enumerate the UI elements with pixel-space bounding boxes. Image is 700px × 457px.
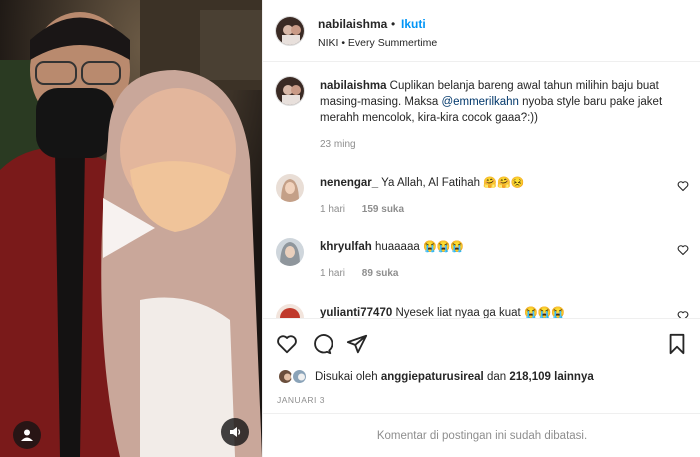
comments-list[interactable]: nabilaishma Cuplikan belanja bareng awal… [263, 62, 700, 318]
comment-item: yulianti77470 Nyesek liat nyaa ga kuat 😭… [263, 302, 700, 318]
play-icon[interactable] [103, 198, 155, 258]
user-icon [21, 429, 33, 441]
commenter-avatar[interactable] [276, 174, 304, 202]
liker-avatar [291, 368, 308, 385]
tagged-user-button[interactable] [13, 421, 41, 449]
comment-heart-icon[interactable] [677, 310, 689, 318]
post-header: nabilaishma • Ikuti NIKI • Every Summert… [263, 0, 700, 62]
post-caption: nabilaishma Cuplikan belanja bareng awal… [320, 78, 680, 126]
comment-heart-icon[interactable] [677, 180, 689, 192]
comment-heart-icon[interactable] [677, 244, 689, 256]
post-actions-bar [263, 318, 700, 366]
comment-body: Nyesek liat nyaa ga kuat [395, 307, 521, 318]
comment-meta: 1 hari 159 suka [320, 204, 418, 215]
commenter-avatar[interactable] [276, 238, 304, 266]
likes-prefix: Disukai oleh [315, 371, 378, 383]
comment-body: huaaaaa [374, 241, 420, 253]
comment-bubble-icon[interactable] [311, 333, 333, 355]
likes-summary[interactable]: Disukai oleh anggiepaturusireal dan 218,… [277, 368, 697, 388]
likes-text: Disukai oleh anggiepaturusireal dan 218,… [315, 371, 594, 383]
likes-suffix[interactable]: lainnya [554, 371, 594, 383]
audio-track-label[interactable]: NIKI • Every Summertime [318, 37, 437, 49]
comment-username[interactable]: nenengar_ [320, 177, 378, 189]
separator-dot: • [391, 17, 396, 31]
comment-username[interactable]: khryulfah [320, 241, 372, 253]
speaker-icon [230, 427, 241, 437]
comment-like-count[interactable]: 159 suka [362, 204, 404, 215]
like-heart-icon[interactable] [276, 333, 298, 355]
comment-emoji: 🤗🤗😣 [483, 177, 525, 189]
caption-username[interactable]: nabilaishma [320, 80, 386, 92]
comment-body: Ya Allah, Al Fatihah [381, 177, 481, 189]
author-username[interactable]: nabilaishma [318, 17, 387, 31]
comments-disabled-notice: Komentar di postingan ini sudah dibatasi… [263, 413, 700, 457]
audio-toggle-button[interactable] [221, 418, 249, 446]
comment-item: nenengar_ Ya Allah, Al Fatihah 🤗🤗😣 1 har… [263, 172, 700, 236]
bookmark-icon[interactable] [666, 333, 688, 355]
comment-time[interactable]: 1 hari [320, 268, 345, 279]
author-avatar[interactable] [275, 16, 305, 46]
caption-mention-link[interactable]: @emmerilkahn [441, 96, 519, 108]
comment-text: khryulfah huaaaaa 😭😭😭 [320, 240, 464, 253]
comment-emoji: 😭😭😭 [523, 307, 566, 318]
comment-like-count[interactable]: 89 suka [362, 268, 399, 279]
post-details-panel: nabilaishma • Ikuti NIKI • Every Summert… [262, 0, 700, 457]
follow-button[interactable]: Ikuti [401, 17, 426, 31]
comment-text: yulianti77470 Nyesek liat nyaa ga kuat 😭… [320, 306, 565, 318]
likes-count[interactable]: 218,109 [509, 371, 551, 383]
comment-item: khryulfah huaaaaa 😭😭😭 1 hari 89 suka [263, 236, 700, 300]
comment-emoji: 😭😭😭 [422, 241, 465, 253]
likes-username[interactable]: anggiepaturusireal [381, 371, 484, 383]
comment-username[interactable]: yulianti77470 [320, 307, 392, 318]
post-video[interactable] [0, 0, 262, 457]
commenter-avatar[interactable] [276, 304, 304, 318]
comment-time[interactable]: 1 hari [320, 204, 345, 215]
caption-timestamp[interactable]: 23 ming [320, 139, 356, 150]
comment-text: nenengar_ Ya Allah, Al Fatihah 🤗🤗😣 [320, 176, 524, 189]
likes-and: dan [486, 371, 507, 383]
comment-meta: 1 hari 89 suka [320, 268, 413, 279]
share-send-icon[interactable] [346, 333, 368, 355]
caption-author-avatar[interactable] [275, 76, 305, 106]
post-date[interactable]: JANUARI 3 [277, 395, 325, 405]
